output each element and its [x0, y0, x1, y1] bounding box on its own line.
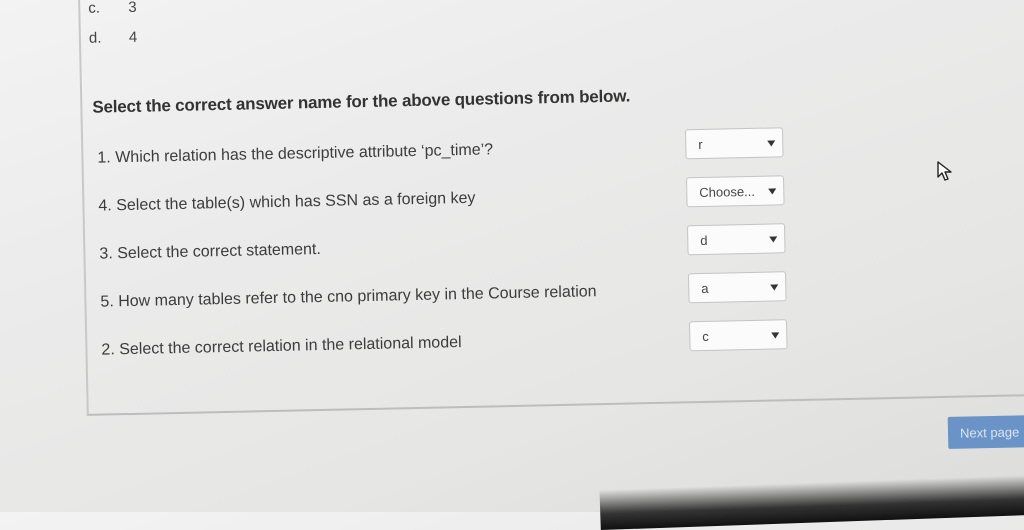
option-value: 4 — [128, 28, 138, 46]
chevron-down-icon — [770, 284, 779, 291]
select-value: r — [698, 136, 703, 153]
select-value: Choose... — [699, 183, 756, 201]
question-text: 1. Which relation has the descriptive at… — [97, 141, 494, 167]
question-row-3: 3. Select the correct statement. d — [99, 219, 1000, 272]
mouse-pointer-icon — [936, 160, 954, 187]
question-row-1: 1. Which relation has the descriptive at… — [97, 123, 998, 176]
option-value: 3 — [128, 0, 137, 16]
answer-select[interactable]: c — [688, 319, 788, 352]
question-text: 5. How many tables refer to the cno prim… — [100, 283, 597, 311]
question-text: 4. Select the table(s) which has SSN as … — [98, 189, 476, 215]
question-row-5: 5. How many tables refer to the cno prim… — [100, 267, 1001, 320]
answer-select[interactable]: d — [686, 223, 786, 256]
screen-edge-shadow — [599, 473, 1024, 530]
answer-option-d: d. 4 — [89, 29, 138, 47]
question-row-2: 2. Select the correct relation in the re… — [101, 315, 1002, 368]
chevron-down-icon — [767, 140, 776, 147]
answer-select[interactable]: Choose... — [685, 175, 785, 208]
option-letter: d. — [88, 29, 102, 47]
chevron-down-icon — [771, 332, 780, 339]
question-row-4: 4. Select the table(s) which has SSN as … — [98, 171, 999, 224]
matching-instruction: Select the correct answer name for the a… — [92, 86, 631, 117]
answer-select[interactable]: a — [687, 271, 787, 304]
answer-select[interactable]: r — [684, 127, 784, 160]
chevron-down-icon — [768, 188, 777, 195]
option-letter: c. — [88, 0, 101, 17]
select-value: d — [700, 232, 708, 249]
chevron-down-icon — [769, 236, 778, 243]
question-panel: c. 3 d. 4 Select the correct answer name f… — [78, 0, 1024, 416]
question-text: 2. Select the correct relation in the re… — [101, 334, 462, 359]
question-text: 3. Select the correct statement. — [99, 240, 322, 263]
next-page-button[interactable]: Next page — [947, 415, 1024, 449]
answer-option-c: c. 3 — [88, 0, 137, 17]
select-value: a — [701, 280, 709, 297]
select-value: c — [702, 328, 709, 344]
